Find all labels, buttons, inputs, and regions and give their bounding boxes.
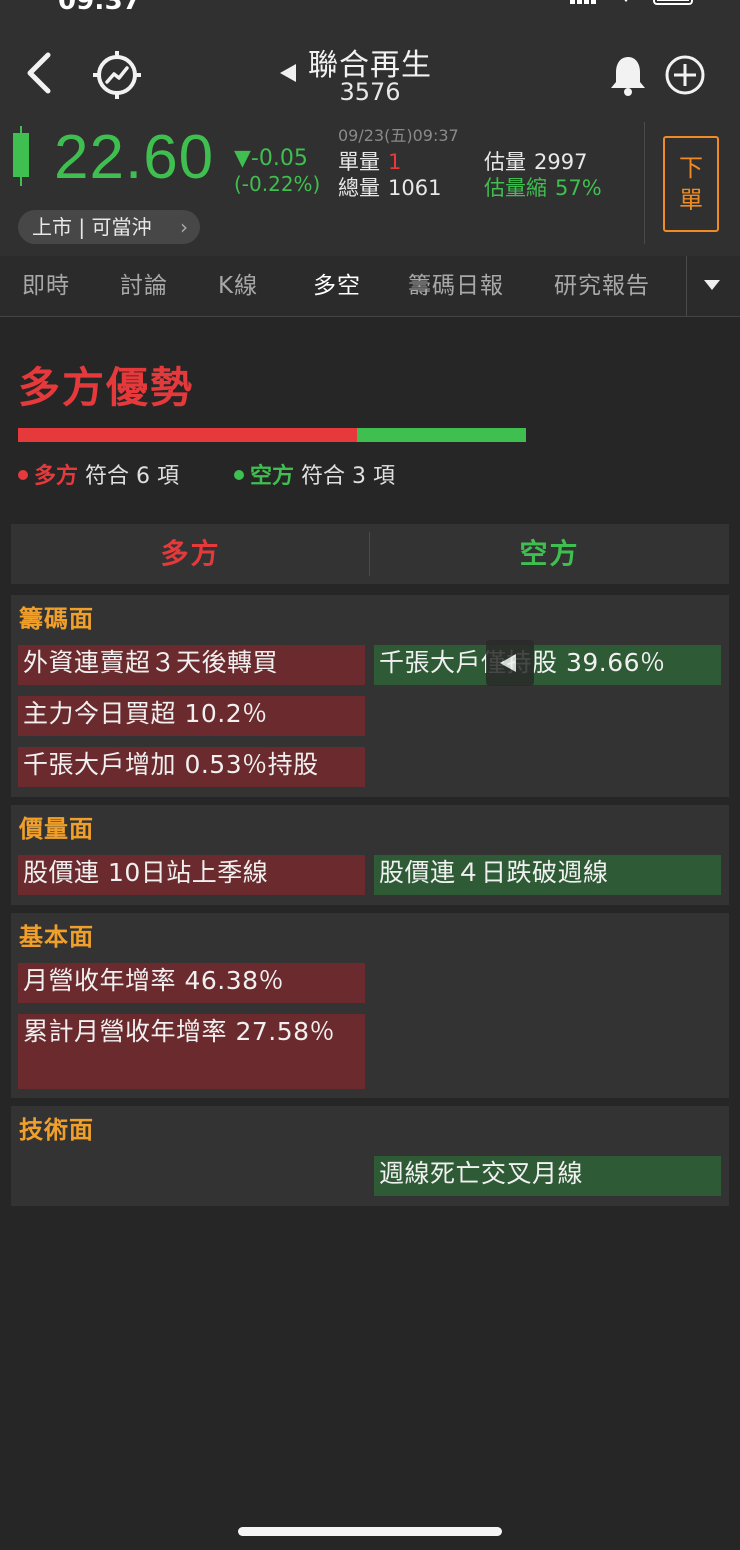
total-volume-value: 1061 (388, 176, 442, 200)
tab-discussion[interactable]: 討論 (120, 256, 168, 316)
est-volume-value: 2997 (534, 150, 588, 174)
section-chips: 籌碼面 外資連賣超３天後轉買 主力今日買超 10.2％ 千張大戶增加 0.53％… (11, 595, 729, 797)
market-info-text: 上市 | 可當沖 (32, 215, 152, 239)
price-change-percent: (-0.22%) (234, 172, 321, 196)
chevron-right-icon: › (180, 215, 188, 239)
quote-datetime: 09/23(五)09:37 (338, 126, 459, 145)
bull-column-header: 多方 (160, 537, 221, 570)
collapse-handle-icon[interactable] (486, 640, 534, 686)
status-time: 09:37 (58, 0, 141, 14)
bull-item: 外資連賣超３天後轉買 (18, 645, 365, 685)
last-price: 22.60 (54, 123, 215, 192)
unit-volume-label: 單量 (338, 150, 380, 174)
bull-legend: 多方 符合 6 項 (18, 458, 179, 490)
bull-item: 累計月營收年增率 27.58％ (18, 1014, 365, 1089)
tab-research-report[interactable]: 研究報告 (554, 256, 650, 316)
order-button-label: 下單 (679, 154, 703, 214)
est-volume-label: 估量 (484, 150, 526, 174)
bull-dot-icon (18, 470, 28, 480)
bear-strength-bar (357, 428, 526, 442)
status-icons (570, 0, 693, 5)
more-tabs-dropdown-icon[interactable] (704, 280, 720, 290)
verdict-title: 多方優勢 (18, 363, 195, 412)
bear-dot-icon (234, 470, 244, 480)
previous-stock-arrow-icon[interactable] (280, 64, 296, 82)
table-column-header: 多方 空方 (11, 524, 729, 584)
back-arrow-icon[interactable] (22, 52, 56, 94)
tab-kline[interactable]: K線 (218, 256, 258, 316)
bull-item: 主力今日買超 10.2％ (18, 696, 365, 736)
bear-column-header: 空方 (519, 537, 580, 570)
bear-item: 週線死亡交叉月線 (374, 1156, 721, 1196)
bull-legend-text: 符合 6 項 (85, 464, 179, 489)
section-title: 價量面 (19, 815, 94, 843)
section-title: 籌碼面 (19, 605, 94, 633)
tab-bar: 即時 討論 K線 多空 籌碼日報 研究報告 (0, 256, 740, 317)
section-title: 技術面 (19, 1116, 94, 1144)
bear-legend-text: 符合 3 項 (301, 464, 395, 489)
market-info-pill[interactable]: 上市 | 可當沖 › (18, 210, 200, 244)
bull-item: 月營收年增率 46.38％ (18, 963, 365, 1003)
header-divider (644, 122, 645, 244)
tab-divider (686, 256, 687, 316)
price-change: ▼-0.05 (234, 146, 308, 171)
bull-legend-label: 多方 (34, 464, 79, 489)
bear-legend-label: 空方 (250, 464, 295, 489)
bear-legend: 空方 符合 3 項 (234, 458, 395, 490)
candle-icon (13, 133, 29, 177)
tab-chip-daily[interactable]: 籌碼日報 (408, 256, 504, 316)
stock-header: 09:37 聯合再生 3576 22.60 ▼-0.05 (-0. (0, 0, 740, 256)
add-watchlist-icon[interactable] (664, 54, 706, 96)
column-divider (369, 532, 370, 576)
est-shrink-label: 估量縮 (484, 176, 547, 200)
estimated-shrink: 估量縮 57% (484, 172, 602, 202)
unit-volume-value: 1 (388, 150, 402, 174)
section-title: 基本面 (19, 923, 94, 951)
bull-item: 股價連 10日站上季線 (18, 855, 365, 895)
tab-bull-bear[interactable]: 多空 (313, 256, 361, 316)
status-bar: 09:37 (0, 0, 740, 14)
bear-item: 千張大戶僅持股 39.66％ (374, 645, 721, 685)
bull-item: 千張大戶增加 0.53％持股 (18, 747, 365, 787)
bell-icon[interactable] (607, 54, 649, 96)
section-technical: 技術面 週線死亡交叉月線 (11, 1106, 729, 1206)
section-price-volume: 價量面 股價連 10日站上季線 股價連４日跌破週線 (11, 805, 729, 905)
section-fundamentals: 基本面 月營收年增率 46.38％ 累計月營收年增率 27.58％ (11, 913, 729, 1098)
total-volume-label: 總量 (338, 176, 380, 200)
total-volume: 總量 1061 (338, 172, 441, 202)
est-shrink-value: 57% (555, 176, 602, 200)
order-button[interactable]: 下單 (663, 136, 719, 232)
bull-strength-bar (18, 428, 357, 442)
technical-analysis-icon[interactable] (92, 50, 142, 100)
bear-item: 股價連４日跌破週線 (374, 855, 721, 895)
home-indicator[interactable] (238, 1527, 502, 1536)
tab-realtime[interactable]: 即時 (22, 256, 70, 316)
stock-code: 3576 (339, 78, 401, 106)
